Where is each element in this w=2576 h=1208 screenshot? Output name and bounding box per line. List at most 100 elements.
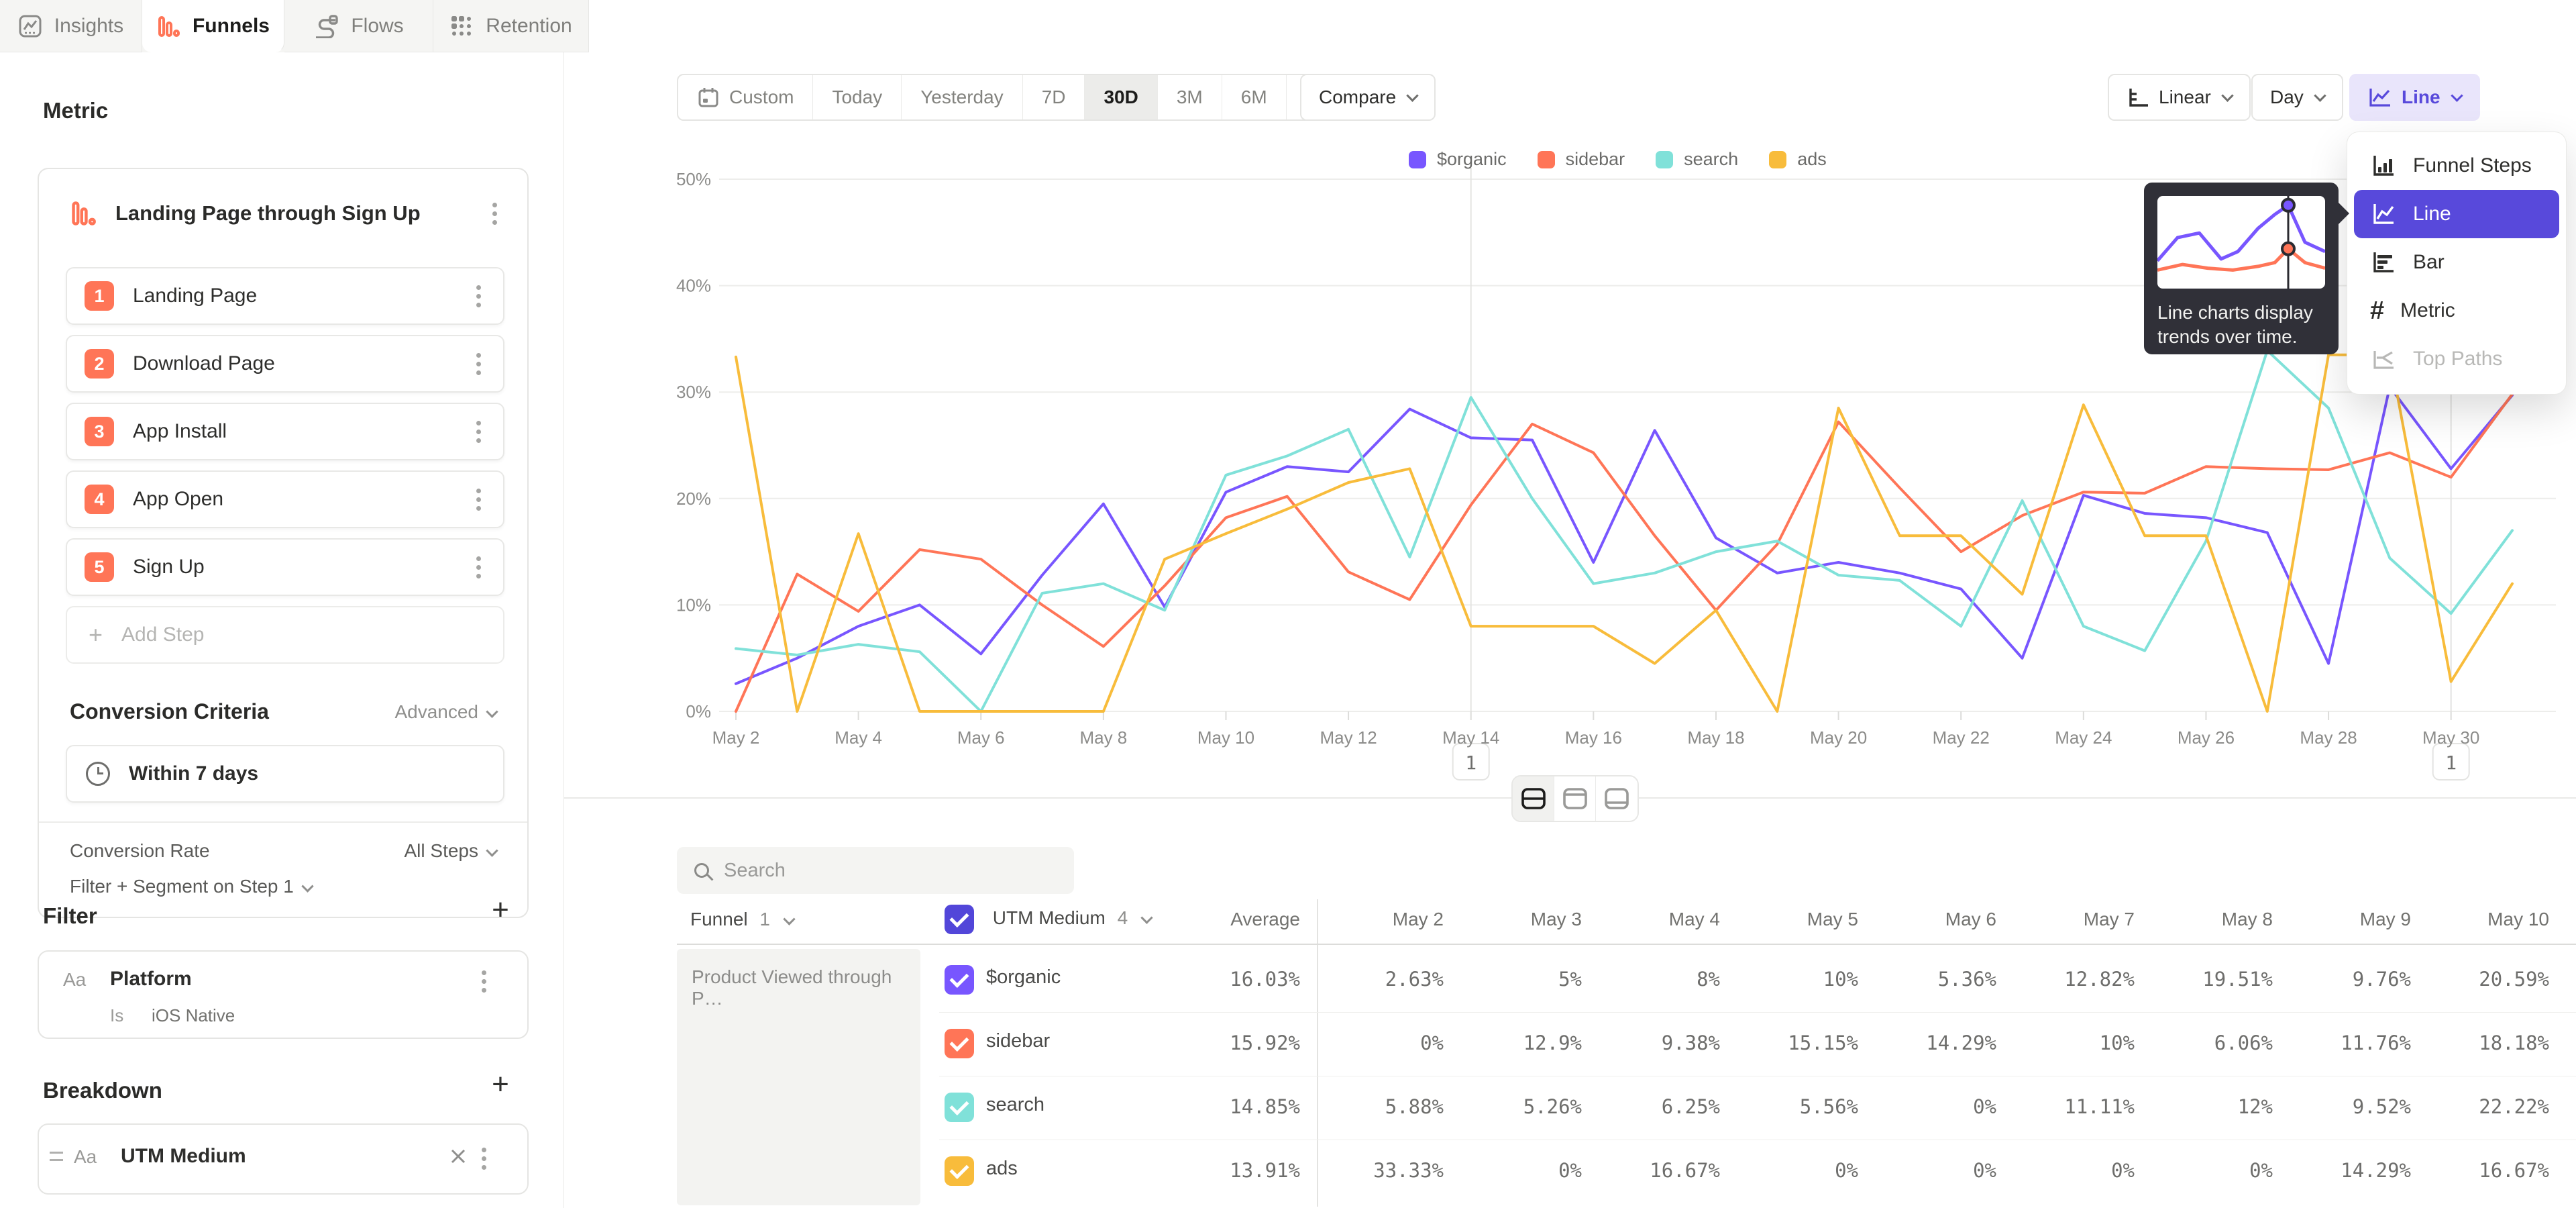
tab-retention[interactable]: Retention: [433, 0, 589, 52]
value-cell: 9.76%: [2277, 968, 2411, 991]
legend-item-organic[interactable]: $organic: [1409, 149, 1507, 170]
funnel-step-3[interactable]: 3 App Install: [66, 403, 504, 460]
funnel-step-1[interactable]: 1 Landing Page: [66, 267, 504, 325]
row-checkbox[interactable]: [945, 1029, 974, 1058]
range-custom[interactable]: Custom: [678, 75, 813, 119]
split-view-icon: [1520, 787, 1547, 811]
line-chart-icon: [2370, 201, 2397, 228]
metric-title-row[interactable]: Landing Page through Sign Up: [70, 200, 499, 227]
value-cell: 16.67%: [2415, 1159, 2549, 1182]
flows-icon: [313, 14, 339, 38]
breakdown-column-header[interactable]: UTM Medium 4: [945, 905, 1151, 934]
range-7d[interactable]: 7D: [1023, 75, 1085, 119]
funnel-step-2[interactable]: 2 Download Page: [66, 335, 504, 393]
metric-title: Landing Page through Sign Up: [115, 201, 492, 225]
metric-kebab-icon[interactable]: [492, 203, 499, 225]
granularity-dropdown[interactable]: Day: [2251, 74, 2343, 121]
table-row[interactable]: ads13.91%33.33%0%16.67%0%0%0%0%14.29%16.…: [939, 1140, 2576, 1204]
chevron-down-icon: [301, 880, 313, 892]
funnel-name-cell[interactable]: Product Viewed through P…: [677, 949, 920, 1205]
tooltip-arrow: [2337, 201, 2349, 225]
filter-property: Platform: [110, 968, 192, 991]
compare-button[interactable]: Compare: [1300, 74, 1436, 121]
row-label: ads: [986, 1158, 1018, 1180]
scale-dropdown[interactable]: Linear: [2108, 74, 2251, 121]
svg-text:May 2: May 2: [712, 727, 760, 748]
advanced-dropdown[interactable]: Advanced: [394, 701, 496, 723]
funnel-step-5[interactable]: 5 Sign Up: [66, 538, 504, 596]
drag-handle-icon[interactable]: [50, 1152, 63, 1161]
step-kebab-icon[interactable]: [476, 556, 483, 578]
row-checkbox[interactable]: [945, 965, 974, 995]
add-step-button[interactable]: + Add Step: [66, 606, 504, 664]
value-cell: 0%: [1309, 1031, 1444, 1054]
table-row[interactable]: sidebar15.92%0%12.9%9.38%15.15%14.29%10%…: [939, 1013, 2576, 1076]
menu-item-funnel-steps[interactable]: Funnel Steps: [2354, 142, 2559, 190]
menu-item-bar[interactable]: Bar: [2354, 238, 2559, 287]
svg-text:May 10: May 10: [1197, 727, 1254, 748]
filter-segment-dropdown[interactable]: Filter + Segment on Step 1: [70, 876, 312, 897]
legend-item-sidebar[interactable]: sidebar: [1538, 149, 1625, 170]
split-view-toggle[interactable]: [1513, 776, 1554, 821]
search-input[interactable]: [724, 860, 1046, 882]
breakdown-kebab-icon[interactable]: [482, 1148, 488, 1170]
filter-value[interactable]: iOS Native: [152, 1005, 235, 1026]
legend-item-search[interactable]: search: [1656, 149, 1738, 170]
metric-heading: Metric: [43, 98, 108, 123]
value-cell: 0%: [1724, 1159, 1858, 1182]
conversion-criteria-heading: Conversion Criteria: [70, 699, 269, 724]
tab-insights[interactable]: Insights: [0, 0, 142, 52]
legend-item-ads[interactable]: ads: [1769, 149, 1827, 170]
insights-icon: [18, 14, 42, 38]
chevron-down-icon: [2451, 89, 2463, 101]
value-cell: 14.29%: [1862, 1031, 1996, 1054]
clock-icon: [86, 762, 110, 786]
all-steps-dropdown[interactable]: All Steps: [405, 840, 497, 862]
row-checkbox[interactable]: [945, 1156, 974, 1186]
menu-item-top-paths[interactable]: Top Paths: [2354, 335, 2559, 383]
filter-card[interactable]: Aa Platform Is iOS Native: [38, 950, 529, 1039]
table-view-toggle[interactable]: [1596, 776, 1638, 821]
range-3m[interactable]: 3M: [1158, 75, 1222, 119]
table-search[interactable]: [677, 847, 1074, 894]
step-kebab-icon[interactable]: [476, 353, 483, 375]
add-filter-button[interactable]: +: [486, 897, 515, 926]
row-checkbox[interactable]: [945, 1093, 974, 1122]
step-kebab-icon[interactable]: [476, 489, 483, 511]
value-cell: 0%: [2000, 1159, 2135, 1182]
tab-label: Insights: [54, 15, 123, 38]
chart-type-dropdown[interactable]: Line: [2349, 74, 2480, 121]
svg-text:May 28: May 28: [2300, 727, 2357, 748]
svg-text:May 6: May 6: [957, 727, 1005, 748]
value-cell: 10%: [1724, 968, 1858, 991]
breakdown-card[interactable]: Aa UTM Medium: [38, 1123, 529, 1195]
filter-operator[interactable]: Is: [110, 1005, 123, 1026]
range-today[interactable]: Today: [813, 75, 902, 119]
chevron-down-icon: [486, 844, 498, 856]
range-30d[interactable]: 30D: [1085, 75, 1157, 119]
table-row[interactable]: search14.85%5.88%5.26%6.25%5.56%0%11.11%…: [939, 1076, 2576, 1140]
select-all-checkbox[interactable]: [945, 905, 974, 934]
menu-item-metric[interactable]: # Metric: [2354, 287, 2559, 335]
range-yesterday[interactable]: Yesterday: [902, 75, 1023, 119]
line-chart-icon: [2368, 87, 2392, 108]
table-row[interactable]: $organic16.03%2.63%5%8%10%5.36%12.82%19.…: [939, 949, 2576, 1013]
chart-view-toggle[interactable]: [1554, 776, 1596, 821]
tab-flows[interactable]: Flows: [284, 0, 433, 52]
filter-kebab-icon[interactable]: [482, 970, 488, 993]
tab-funnels[interactable]: Funnels: [142, 0, 284, 52]
funnel-step-4[interactable]: 4 App Open: [66, 470, 504, 528]
chevron-down-icon: [486, 705, 498, 717]
step-kebab-icon[interactable]: [476, 285, 483, 307]
conversion-window-setting[interactable]: Within 7 days: [66, 745, 504, 803]
step-kebab-icon[interactable]: [476, 421, 483, 443]
menu-item-line[interactable]: Line: [2354, 190, 2559, 238]
funnel-steps-icon: [2370, 152, 2397, 179]
value-cell: 15.15%: [1724, 1031, 1858, 1054]
funnel-column-header[interactable]: Funnel 1: [690, 909, 794, 930]
svg-text:May 20: May 20: [1810, 727, 1867, 748]
remove-breakdown-icon[interactable]: [448, 1146, 468, 1166]
chart-view-icon: [1562, 787, 1589, 811]
add-breakdown-button[interactable]: +: [486, 1071, 515, 1101]
range-6m[interactable]: 6M: [1222, 75, 1287, 119]
